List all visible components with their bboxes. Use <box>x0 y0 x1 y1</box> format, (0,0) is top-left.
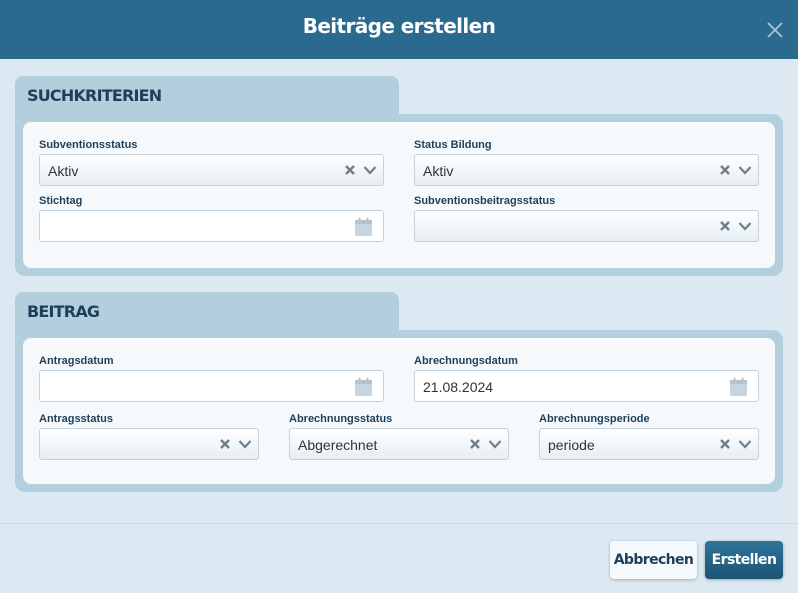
clear-x-icon[interactable] <box>469 438 481 450</box>
stichtag-date-input[interactable] <box>39 210 384 242</box>
clear-x-icon[interactable] <box>719 164 731 176</box>
abrechnungsdatum-date-input[interactable]: 21.08.2024 <box>414 370 759 402</box>
antragsdatum-date-input[interactable] <box>39 370 384 402</box>
status-bildung-label: Status Bildung <box>414 139 492 151</box>
subventionsbeitragsstatus-select[interactable] <box>414 210 759 242</box>
antragsstatus-label: Antragsstatus <box>39 413 113 425</box>
status-bildung-select[interactable]: Aktiv <box>414 154 759 186</box>
abrechnungsstatus-select[interactable]: Abgerechnet <box>289 428 509 460</box>
abrechnungsperiode-label: Abrechnungsperiode <box>539 413 650 425</box>
subventionsstatus-label: Subventionsstatus <box>39 139 138 151</box>
calendar-icon[interactable] <box>354 217 373 237</box>
stichtag-label: Stichtag <box>39 195 83 207</box>
clear-x-icon[interactable] <box>219 438 231 450</box>
create-contributions-dialog: Beiträge erstellen SUCHKRITERIEN Subvent… <box>0 0 798 593</box>
abrechnungsperiode-select[interactable]: periode <box>539 428 759 460</box>
contribution-panel <box>23 338 775 484</box>
status-bildung-value: Aktiv <box>423 163 454 179</box>
antragsstatus-select[interactable] <box>39 428 259 460</box>
clear-x-icon[interactable] <box>719 220 731 232</box>
chevron-down-icon[interactable] <box>738 439 752 449</box>
chevron-down-icon[interactable] <box>238 439 252 449</box>
subventionsbeitragsstatus-label: Subventionsbeitragsstatus <box>414 195 556 207</box>
chevron-down-icon[interactable] <box>363 165 377 175</box>
clear-x-icon[interactable] <box>719 438 731 450</box>
close-icon[interactable] <box>764 19 786 41</box>
abrechnungsstatus-value: Abgerechnet <box>298 437 378 453</box>
subventionsstatus-value: Aktiv <box>48 163 79 179</box>
footer-divider <box>0 523 798 524</box>
contribution-section: BEITRAG Antragsdatum Abrechnungsdatum 21… <box>15 292 783 492</box>
calendar-icon[interactable] <box>354 377 373 397</box>
create-button[interactable]: Erstellen <box>705 541 783 579</box>
abrechnungsdatum-label: Abrechnungsdatum <box>414 355 518 367</box>
abrechnungsstatus-label: Abrechnungsstatus <box>289 413 393 425</box>
search-criteria-heading: SUCHKRITERIEN <box>27 86 162 105</box>
dialog-header: Beiträge erstellen <box>0 0 798 59</box>
search-criteria-section: SUCHKRITERIEN Subventionsstatus Aktiv St… <box>15 76 783 276</box>
antragsdatum-label: Antragsdatum <box>39 355 114 367</box>
clear-x-icon[interactable] <box>344 164 356 176</box>
contribution-tab: BEITRAG <box>15 292 399 334</box>
search-criteria-tab: SUCHKRITERIEN <box>15 76 399 118</box>
chevron-down-icon[interactable] <box>738 165 752 175</box>
contribution-heading: BEITRAG <box>27 302 100 321</box>
abrechnungsdatum-value: 21.08.2024 <box>423 379 494 395</box>
dialog-title: Beiträge erstellen <box>302 14 496 38</box>
calendar-icon[interactable] <box>729 377 748 397</box>
subventionsstatus-select[interactable]: Aktiv <box>39 154 384 186</box>
chevron-down-icon[interactable] <box>488 439 502 449</box>
chevron-down-icon[interactable] <box>738 221 752 231</box>
cancel-button[interactable]: Abbrechen <box>610 541 697 579</box>
abrechnungsperiode-value: periode <box>548 437 595 453</box>
